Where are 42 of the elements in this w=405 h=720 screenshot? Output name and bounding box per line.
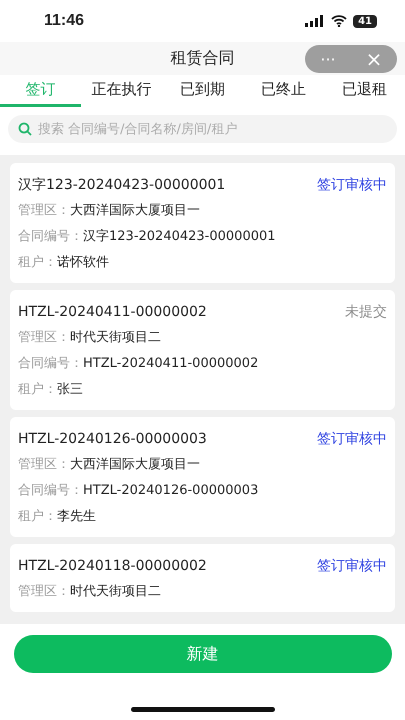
contract-status: 未提交 (345, 303, 387, 321)
contract-status: 签订审核中 (317, 557, 387, 575)
field-label: 合同编号： (18, 355, 83, 372)
field-label: 管理区： (18, 329, 70, 346)
field-label: 租户： (18, 381, 57, 398)
contract-card[interactable]: HTZL-20240411-00000002 未提交 管理区：时代天街项目二 合同编号：HTZL-20240411-00000002 租户：张三 (10, 290, 395, 410)
status-tab[interactable]: 已到期 (162, 75, 243, 107)
contract-status: 签订审核中 (317, 430, 387, 448)
field-value: 大西洋国际大厦项目一 (70, 456, 200, 473)
field-value: HTZL-20240411-00000002 (83, 356, 258, 370)
status-tab[interactable]: 正在执行 (81, 75, 162, 107)
contract-code: HTZL-20240118-00000002 (18, 558, 207, 574)
status-tab[interactable]: 已终止 (243, 75, 324, 107)
contract-status: 签订审核中 (317, 176, 387, 194)
field-value: 张三 (57, 381, 83, 398)
field-value: 汉字123-20240423-00000001 (83, 228, 276, 245)
contract-code: HTZL-20240411-00000002 (18, 304, 207, 320)
field-value: 时代天街项目二 (70, 329, 161, 346)
field-value: 李先生 (57, 508, 96, 525)
field-label: 租户： (18, 254, 57, 271)
contract-code: HTZL-20240126-00000003 (18, 431, 207, 447)
field-value: 诺怀软件 (57, 254, 109, 271)
field-label: 管理区： (18, 456, 70, 473)
contract-card[interactable]: 汉字123-20240423-00000001 签订审核中 管理区：大西洋国际大厦项目一 合同编号：汉字123-20240423-00000001 租户：诺怀软件 (10, 163, 395, 283)
field-value: HTZL-20240126-00000003 (83, 482, 258, 498)
field-label: 合同编号： (18, 228, 83, 245)
battery-level: 41 (353, 14, 377, 28)
field-label: 合同编号： (18, 482, 83, 499)
contract-card[interactable]: HTZL-20240126-00000003 签订审核中 管理区：大西洋国际大厦项目一 合同编号：HTZL-20240126-00000003 租户：李先生 (10, 417, 395, 537)
contract-code: 汉字123-20240423-00000001 (18, 176, 226, 194)
search-icon (18, 122, 32, 136)
page-title: 租赁合同 (170, 48, 234, 69)
field-value: 大西洋国际大厦项目一 (70, 202, 200, 219)
signal-icon (305, 15, 326, 27)
field-label: 租户： (18, 508, 57, 525)
status-time: 11:46 (44, 12, 84, 30)
status-tab[interactable]: 已退租 (324, 75, 405, 107)
field-label: 管理区： (18, 202, 70, 219)
contract-card[interactable]: HTZL-20240118-00000002 签订审核中 管理区：时代天街项目二 (10, 544, 395, 612)
field-value: 时代天街项目二 (70, 583, 161, 600)
field-label: 管理区： (18, 583, 70, 600)
wifi-icon (331, 15, 348, 27)
